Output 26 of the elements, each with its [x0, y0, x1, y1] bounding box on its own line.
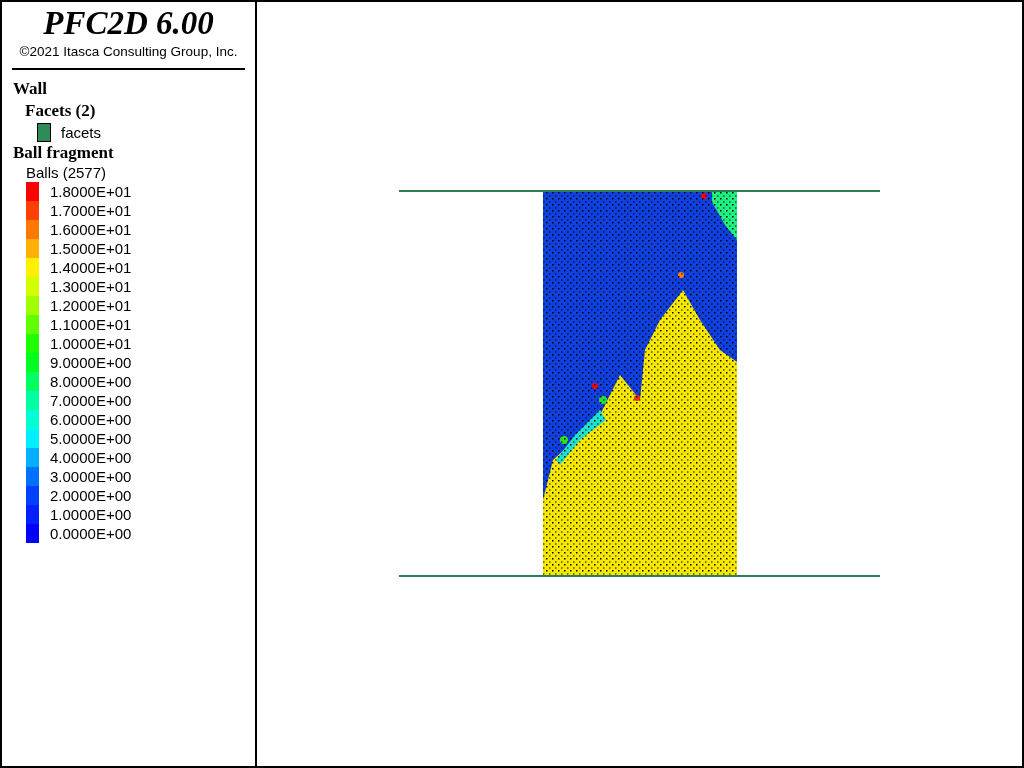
scale-label: 2.0000E+00 — [50, 487, 132, 504]
scale-label: 3.0000E+00 — [50, 468, 132, 485]
legend-subheading: Balls (2577) — [26, 164, 107, 182]
scale-label: 1.5000E+01 — [50, 240, 132, 257]
legend-heading: Wall — [13, 78, 47, 100]
scale-label: 1.2000E+01 — [50, 297, 132, 314]
scale-label: 4.0000E+00 — [50, 449, 132, 466]
scale-label: 6.0000E+00 — [50, 411, 132, 428]
scale-label: 1.0000E+01 — [50, 335, 132, 352]
legend-subheading: Facets (2) — [25, 100, 96, 122]
scale-label: 5.0000E+00 — [50, 430, 132, 447]
scale-label: 1.1000E+01 — [50, 316, 132, 333]
legend-heading: Ball fragment — [13, 142, 114, 164]
scale-label: 7.0000E+00 — [50, 392, 132, 409]
scale-label: 1.8000E+01 — [50, 183, 132, 200]
scale-label: 9.0000E+00 — [50, 354, 132, 371]
scale-label: 8.0000E+00 — [50, 373, 132, 390]
copyright-text: ©2021 Itasca Consulting Group, Inc. — [18, 44, 239, 59]
scale-label: 1.7000E+01 — [50, 202, 132, 219]
plot-title: PFC2D 6.00 — [42, 4, 215, 42]
scale-label: 1.3000E+01 — [50, 278, 132, 295]
scale-label: 1.6000E+01 — [50, 221, 132, 238]
scale-label: 0.0000E+00 — [50, 525, 132, 542]
scale-label: 1.0000E+00 — [50, 506, 132, 523]
scale-label: 1.4000E+01 — [50, 259, 132, 276]
legend-label: facets — [61, 123, 102, 141]
